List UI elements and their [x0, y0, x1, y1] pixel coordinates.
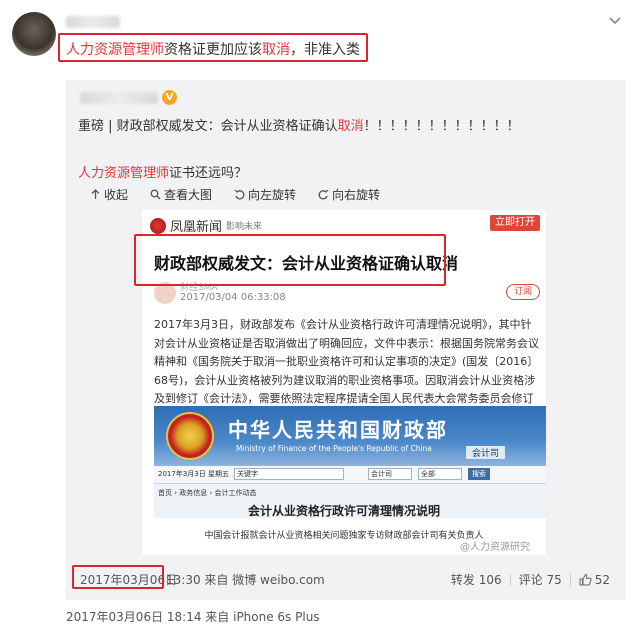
comment-count-button[interactable]: 评论 75	[519, 571, 562, 588]
open-app-button[interactable]: 立即打开	[490, 215, 540, 231]
rotate-left-icon	[234, 189, 245, 200]
ministry-breadcrumb: 首页 › 政务信息 › 会计工作动态	[158, 489, 257, 497]
ministry-search-input: 关键字	[234, 468, 344, 480]
repost-text-line2: 人力资源管理师证书还远吗？	[78, 166, 248, 181]
ministry-scope-select: 全部	[418, 468, 462, 480]
highlight-box-date	[72, 565, 164, 589]
blurred-repost-username[interactable]	[80, 92, 158, 104]
rotate-left-button[interactable]: 向左旋转	[234, 186, 296, 203]
like-button[interactable]: 52	[579, 573, 610, 587]
article-date: 2017/03/04 06:33:08	[180, 292, 286, 303]
view-large-button[interactable]: 查看大图	[150, 186, 212, 203]
highlight-box-title	[58, 33, 368, 62]
collapse-label: 收起	[104, 188, 129, 202]
ifeng-logo-icon	[150, 217, 166, 234]
post-timestamp[interactable]: 2017年03月06日 18:14 来自 iPhone 6s Plus	[66, 608, 320, 625]
thumbs-up-icon	[579, 573, 592, 586]
ministry-name-cn: 中华人民共和国财政部	[228, 418, 448, 442]
ministry-nav-date: 2017年3月3日 星期五	[158, 470, 229, 478]
repost-actions: 转发 106 评论 75 52	[451, 571, 610, 588]
ifeng-site-sub: 影响未来	[226, 222, 263, 232]
search-icon	[150, 189, 161, 200]
follow-button[interactable]: 订阅	[506, 284, 540, 300]
document-title: 会计从业资格行政许可清理情况说明	[247, 504, 440, 518]
department-label: 会计司	[466, 446, 506, 459]
highlight-box-article-title	[134, 234, 446, 286]
collapse-arrow-icon	[91, 189, 100, 199]
rotate-right-button[interactable]: 向右旋转	[318, 186, 380, 203]
rotate-left-label: 向左旋转	[248, 188, 297, 202]
ministry-name-en: Ministry of Finance of the People's Repu…	[236, 444, 432, 453]
image-toolbar: 收起 查看大图 向左旋转 向右旋转	[90, 186, 380, 203]
verified-badge-icon: V	[162, 90, 177, 105]
weibo-watermark: @人力资源研究	[460, 542, 530, 553]
repost-text-line1: 重磅 | 财政部权威发文：会计从业资格证确认取消！！！！！！！！！！！！	[78, 119, 520, 134]
chevron-down-icon[interactable]	[608, 16, 622, 26]
rotate-right-icon	[318, 189, 329, 200]
repost-source: 13:30 来自 微博 weibo.com	[166, 573, 325, 587]
national-emblem-icon	[166, 412, 214, 460]
ifeng-logo: 凤凰新闻 影响未来	[150, 216, 262, 235]
collapse-button[interactable]: 收起	[90, 186, 128, 203]
rotate-right-label: 向右旋转	[332, 188, 381, 202]
view-large-label: 查看大图	[164, 188, 213, 202]
repost-count-button[interactable]: 转发 106	[451, 571, 502, 588]
divider	[569, 573, 571, 586]
user-avatar[interactable]	[12, 12, 56, 56]
divider	[509, 573, 511, 586]
ifeng-site-name: 凤凰新闻	[170, 220, 223, 235]
like-count: 52	[594, 572, 610, 587]
ministry-dept-select: 会计司	[368, 468, 412, 480]
ministry-search-button: 搜索	[468, 468, 490, 480]
blurred-username[interactable]	[66, 16, 120, 28]
